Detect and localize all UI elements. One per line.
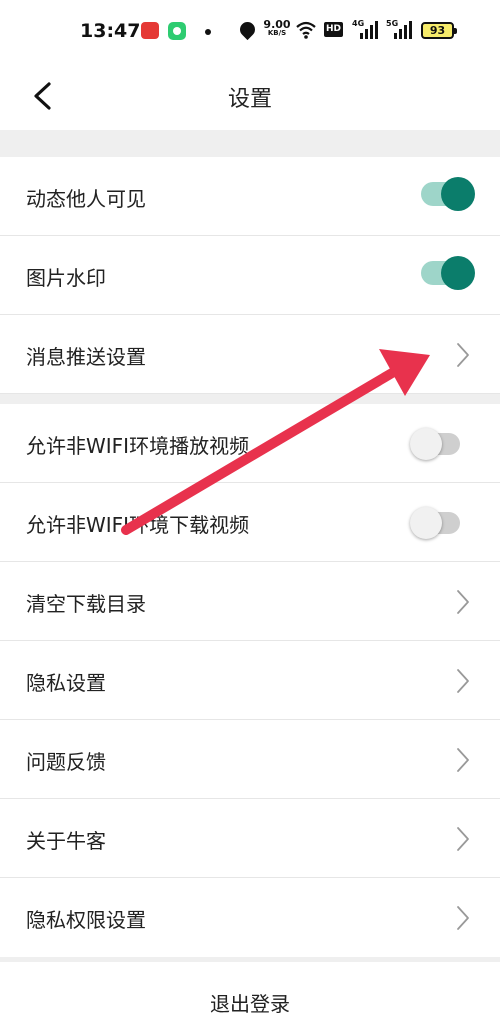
location-icon — [236, 18, 259, 41]
wifi-icon — [296, 21, 316, 39]
setting-label: 隐私设置 — [26, 671, 106, 695]
chevron-right-icon — [457, 906, 469, 930]
setting-row-clear-download[interactable]: 清空下载目录 — [0, 562, 500, 641]
setting-label: 允许非WIFI环境下载视频 — [26, 513, 250, 537]
signal-4g-label: 4G — [352, 19, 365, 28]
battery-icon: 93 — [421, 22, 457, 39]
status-bar: 13:47 9.00 KB/S HD 4G 5G 93 — [0, 0, 500, 62]
signal-5g-label: 5G — [386, 19, 399, 28]
setting-row-download-video-non-wifi[interactable]: 允许非WIFI环境下载视频 — [0, 483, 500, 562]
dynamic-visible-toggle[interactable] — [421, 177, 475, 211]
header: 设置 — [0, 62, 500, 130]
chevron-right-icon — [457, 827, 469, 851]
chevron-right-icon — [457, 343, 469, 367]
setting-label: 动态他人可见 — [26, 187, 146, 211]
signal-4g-icon: 4G — [352, 19, 378, 41]
chevron-right-icon — [457, 748, 469, 772]
section-divider — [0, 394, 500, 404]
download-video-non-wifi-toggle[interactable] — [410, 507, 460, 539]
setting-label: 清空下载目录 — [26, 592, 146, 616]
setting-row-push-settings[interactable]: 消息推送设置 — [0, 315, 500, 394]
setting-row-image-watermark[interactable]: 图片水印 — [0, 236, 500, 315]
notification-app-icon — [141, 22, 159, 39]
network-speed-unit: KB/S — [267, 29, 287, 37]
setting-row-play-video-non-wifi[interactable]: 允许非WIFI环境播放视频 — [0, 404, 500, 483]
setting-label: 关于牛客 — [26, 829, 106, 853]
play-video-non-wifi-toggle[interactable] — [410, 428, 460, 460]
setting-label: 隐私权限设置 — [26, 908, 146, 932]
logout-button[interactable]: 退出登录 — [0, 988, 500, 1017]
setting-label: 消息推送设置 — [26, 345, 146, 369]
logout-area: 退出登录 — [0, 962, 500, 1019]
setting-row-feedback[interactable]: 问题反馈 — [0, 720, 500, 799]
image-watermark-toggle[interactable] — [421, 256, 475, 290]
setting-row-privacy-permissions[interactable]: 隐私权限设置 — [0, 878, 500, 957]
signal-5g-icon: 5G — [386, 19, 412, 41]
setting-row-privacy[interactable]: 隐私设置 — [0, 641, 500, 720]
page-title: 设置 — [227, 87, 272, 112]
more-notifications-dot-icon — [205, 29, 211, 35]
notification-chat-icon — [168, 22, 186, 40]
network-speed: 9.00 KB/S — [262, 19, 292, 37]
setting-label: 允许非WIFI环境播放视频 — [26, 434, 250, 458]
hd-voice-icon: HD — [324, 22, 343, 37]
chevron-right-icon — [457, 669, 469, 693]
setting-label: 图片水印 — [26, 266, 106, 290]
setting-row-about[interactable]: 关于牛客 — [0, 799, 500, 878]
setting-label: 问题反馈 — [26, 750, 106, 774]
setting-row-dynamic-visible[interactable]: 动态他人可见 — [0, 157, 500, 236]
section-divider — [0, 130, 500, 157]
status-time: 13:47 — [80, 20, 141, 42]
chevron-right-icon — [457, 590, 469, 614]
